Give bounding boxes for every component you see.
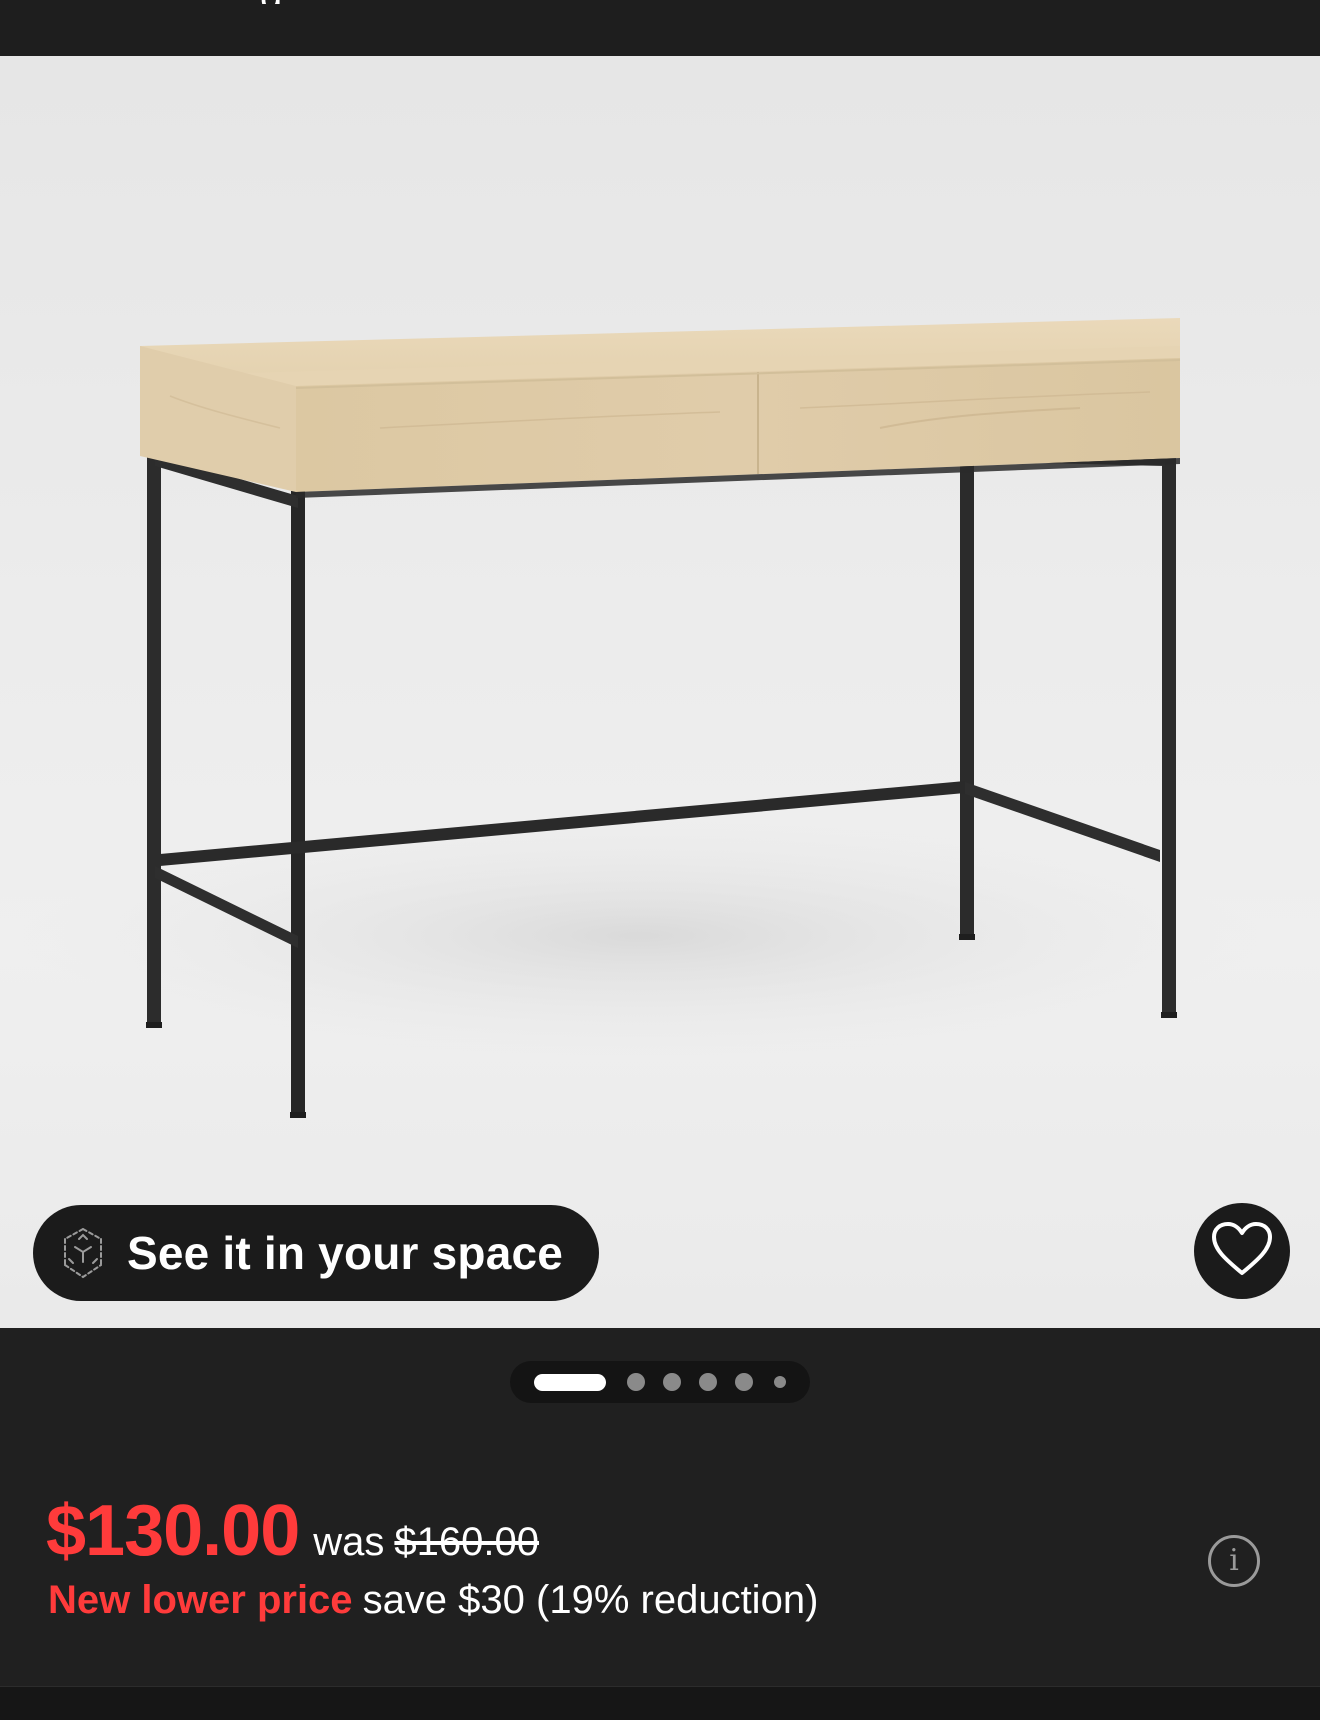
carousel-dot[interactable] <box>699 1373 717 1391</box>
top-bar-title: g <box>260 0 282 4</box>
image-carousel-indicator[interactable] <box>510 1361 810 1403</box>
heart-icon <box>1211 1221 1273 1282</box>
was-label: was <box>313 1520 385 1564</box>
favorite-button[interactable] <box>1194 1203 1290 1299</box>
top-bar: g <box>0 0 1320 56</box>
carousel-dot[interactable] <box>735 1373 753 1391</box>
promo-label: New lower price <box>48 1578 353 1622</box>
product-image[interactable]: See it in your space <box>0 56 1320 1328</box>
desk-image <box>20 318 1260 1118</box>
ar-cube-icon <box>55 1225 111 1281</box>
price-row: $130.00 was $160.00 <box>46 1490 539 1572</box>
bottom-bar <box>0 1686 1320 1720</box>
carousel-dot[interactable] <box>663 1373 681 1391</box>
carousel-dot[interactable] <box>627 1373 645 1391</box>
savings-row: New lower price save $30 (19% reduction) <box>48 1578 818 1623</box>
see-in-your-space-label: See it in your space <box>127 1227 564 1279</box>
price-info-button[interactable]: i <box>1208 1535 1260 1587</box>
savings-text: save $30 (19% reduction) <box>362 1578 819 1622</box>
product-detail-page: g <box>0 0 1320 1720</box>
see-in-your-space-button[interactable]: See it in your space <box>33 1205 599 1301</box>
current-price: $130.00 <box>46 1491 300 1571</box>
info-icon: i <box>1229 1543 1239 1578</box>
carousel-dot[interactable] <box>774 1376 786 1388</box>
original-price: $160.00 <box>394 1520 539 1564</box>
carousel-dot-active[interactable] <box>534 1374 606 1391</box>
